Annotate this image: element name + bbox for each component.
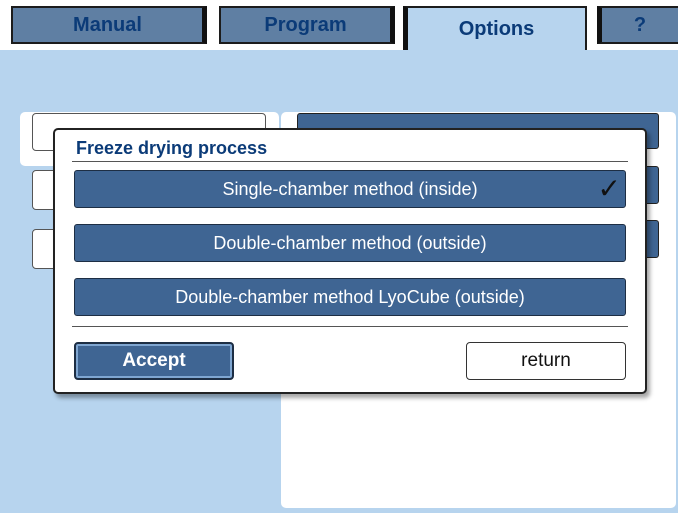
option-label: Double-chamber method LyoCube (outside) <box>175 286 525 307</box>
option-double-chamber-lyocube[interactable]: Double-chamber method LyoCube (outside) <box>74 278 626 316</box>
tab-bar: Manual Program Options ? <box>0 0 678 50</box>
divider <box>72 161 628 162</box>
tab-manual[interactable]: Manual <box>11 6 207 44</box>
checkmark-icon: ✓ <box>597 173 621 204</box>
option-double-chamber[interactable]: Double-chamber method (outside) <box>74 224 626 262</box>
tab-program[interactable]: Program <box>219 6 395 44</box>
option-label: Single-chamber method (inside) <box>222 178 478 199</box>
dialog-title: Freeze drying process <box>76 138 268 158</box>
tab-help[interactable]: ? <box>597 6 678 44</box>
tab-options[interactable]: Options <box>403 6 587 50</box>
option-label: Double-chamber method (outside) <box>213 232 487 253</box>
return-button[interactable]: return <box>466 342 626 380</box>
freeze-drying-process-dialog: Freeze drying process Single-chamber met… <box>53 128 647 394</box>
option-single-chamber[interactable]: Single-chamber method (inside) ✓ <box>74 170 626 208</box>
accept-button[interactable]: Accept <box>74 342 234 380</box>
divider <box>72 326 628 327</box>
